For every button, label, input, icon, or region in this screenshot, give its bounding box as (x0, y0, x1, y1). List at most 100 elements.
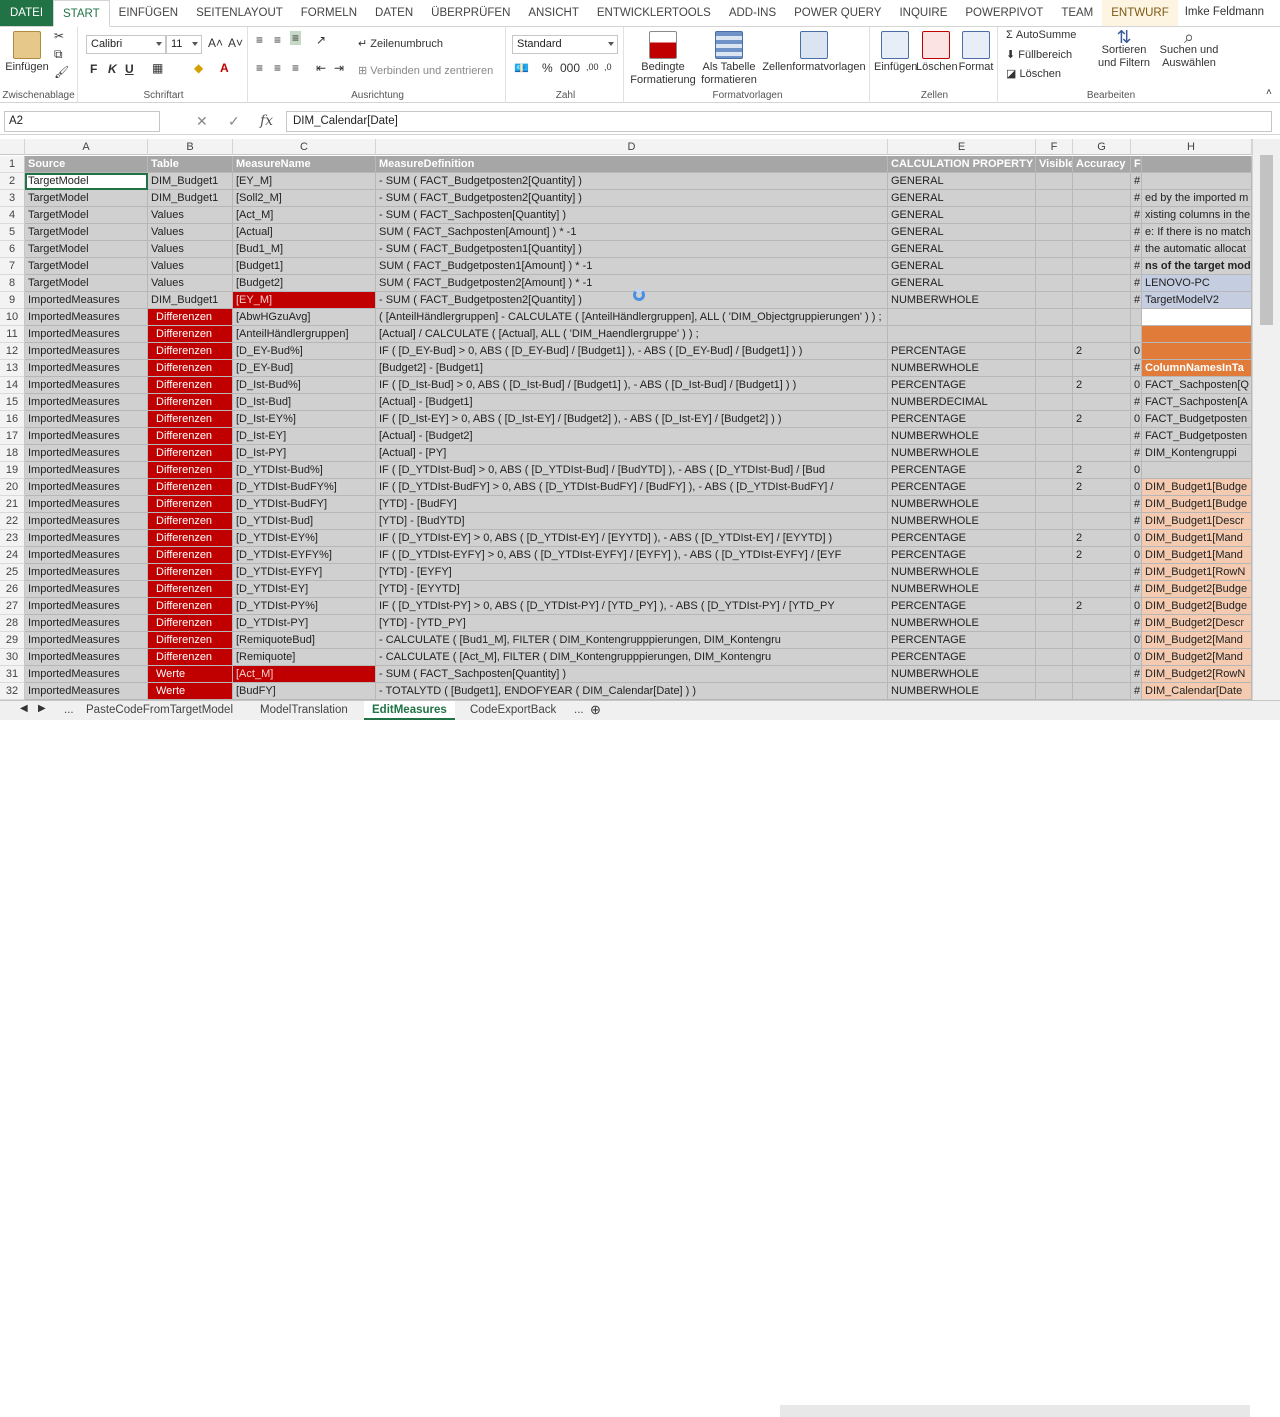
cell-a[interactable]: ImportedMeasures (25, 309, 148, 326)
cell-gx[interactable]: 0. (1131, 343, 1142, 360)
increase-indent-icon[interactable]: ⇥ (334, 61, 344, 75)
cell-gx[interactable]: #, (1131, 207, 1142, 224)
row-header[interactable]: 29 (0, 632, 25, 649)
cell-e[interactable]: PERCENTAGE (888, 462, 1036, 479)
cell-gx[interactable]: #, (1131, 292, 1142, 309)
row-header[interactable]: 10 (0, 309, 25, 326)
cell-g[interactable] (1073, 173, 1131, 190)
cell-a[interactable]: TargetModel (25, 173, 148, 190)
ribbon-tab[interactable]: ENTWICKLERTOOLS (588, 0, 720, 26)
row-header[interactable]: 25 (0, 564, 25, 581)
row-header[interactable]: 20 (0, 479, 25, 496)
cell-a[interactable]: ImportedMeasures (25, 360, 148, 377)
align-left-icon[interactable]: ≡ (256, 61, 263, 75)
decrease-indent-icon[interactable]: ⇤ (316, 61, 326, 75)
cell-b[interactable]: Values (148, 275, 233, 292)
cell-c[interactable]: [Act_M] (233, 666, 376, 683)
cell-a[interactable]: TargetModel (25, 207, 148, 224)
cell-d[interactable]: IF ( [D_Ist-EY] > 0, ABS ( [D_Ist-EY] / … (376, 411, 888, 428)
cell-f[interactable] (1036, 581, 1073, 598)
column-header-d[interactable]: D (376, 139, 888, 155)
cell-g[interactable]: 2 (1073, 530, 1131, 547)
row-header[interactable]: 19 (0, 462, 25, 479)
row-header[interactable]: 21 (0, 496, 25, 513)
cell-d[interactable]: [Actual] - [Budget1] (376, 394, 888, 411)
cell-b[interactable]: Differenzen (148, 598, 233, 615)
cell-e[interactable]: PERCENTAGE (888, 411, 1036, 428)
cancel-icon[interactable]: ✕ (196, 113, 208, 130)
next-sheet-icon[interactable]: ▶ (38, 703, 46, 714)
cell-f[interactable] (1036, 241, 1073, 258)
cell-gx[interactable]: #, (1131, 190, 1142, 207)
cell-g[interactable]: 2 (1073, 598, 1131, 615)
cell-d[interactable]: - CALCULATE ( [Act_M], FILTER ( DIM_Kont… (376, 649, 888, 666)
font-size-select[interactable]: 11 (166, 35, 202, 54)
cell-a[interactable]: ImportedMeasures (25, 649, 148, 666)
cell-gx[interactable]: 0. (1131, 479, 1142, 496)
cell-e[interactable]: NUMBERWHOLE (888, 666, 1036, 683)
cell-c[interactable]: [D_EY-Bud%] (233, 343, 376, 360)
cell-h[interactable] (1142, 173, 1252, 190)
delete-cells-button[interactable]: Löschen (916, 31, 958, 74)
cell-g[interactable] (1073, 190, 1131, 207)
copy-icon[interactable]: ⧉ (54, 47, 63, 62)
ribbon-tab[interactable]: EINFÜGEN (110, 0, 187, 26)
cell-d[interactable]: SUM ( FACT_Budgetposten2[Amount] ) * -1 (376, 275, 888, 292)
italic-button[interactable]: K (108, 62, 117, 76)
cell-g[interactable]: 2 (1073, 462, 1131, 479)
cell-a[interactable]: ImportedMeasures (25, 632, 148, 649)
cell-h[interactable]: DIM_Budget2[Mand (1142, 632, 1252, 649)
cell-d[interactable]: - TOTALYTD ( [Budget1], ENDOFYEAR ( DIM_… (376, 683, 888, 700)
sheet-tab[interactable]: ... (566, 701, 592, 720)
cell-f[interactable] (1036, 292, 1073, 309)
cell-a[interactable]: ImportedMeasures (25, 445, 148, 462)
cell-c[interactable]: [AbwHGzuAvg] (233, 309, 376, 326)
cell-g[interactable] (1073, 224, 1131, 241)
cell-d[interactable]: [Actual] - [Budget2] (376, 428, 888, 445)
cell-d[interactable]: IF ( [D_YTDIst-PY] > 0, ABS ( [D_YTDIst-… (376, 598, 888, 615)
column-header-b[interactable]: B (148, 139, 233, 155)
cell-styles-button[interactable]: Zellenformatvorlagen (762, 31, 866, 74)
cell-d[interactable]: IF ( [D_YTDIst-BudFY] > 0, ABS ( [D_YTDI… (376, 479, 888, 496)
cell-h[interactable]: DIM_Budget2[Mand (1142, 649, 1252, 666)
cell-g[interactable] (1073, 360, 1131, 377)
cell-b[interactable]: DIM_Budget1 (148, 190, 233, 207)
cell-b[interactable]: Differenzen (148, 360, 233, 377)
cell-d[interactable]: SUM ( FACT_Budgetposten1[Amount] ) * -1 (376, 258, 888, 275)
cell-gx[interactable]: #, (1131, 666, 1142, 683)
cell-e[interactable]: GENERAL (888, 258, 1036, 275)
column-header-a[interactable]: A (25, 139, 148, 155)
cell-e[interactable]: PERCENTAGE (888, 343, 1036, 360)
cell-g[interactable] (1073, 445, 1131, 462)
cell-gx[interactable]: 0. (1131, 411, 1142, 428)
align-right-icon[interactable]: ≡ (292, 61, 299, 75)
cell-gx[interactable]: #, (1131, 445, 1142, 462)
cell-d[interactable]: - SUM ( FACT_Budgetposten2[Quantity] ) (376, 190, 888, 207)
cell-g[interactable]: Accuracy (1073, 156, 1131, 173)
format-cells-button[interactable]: Format (958, 31, 994, 74)
row-header[interactable]: 18 (0, 445, 25, 462)
cell-g[interactable]: 2 (1073, 343, 1131, 360)
cell-a[interactable]: ImportedMeasures (25, 564, 148, 581)
cell-h[interactable]: DIM_Budget2[Budge (1142, 598, 1252, 615)
cell-e[interactable]: NUMBERWHOLE (888, 360, 1036, 377)
cell-e[interactable] (888, 326, 1036, 343)
cell-b[interactable]: Differenzen (148, 581, 233, 598)
cell-b[interactable]: Werte (148, 683, 233, 700)
row-header[interactable]: 14 (0, 377, 25, 394)
cut-icon[interactable]: ✂ (54, 29, 64, 43)
cell-g[interactable] (1073, 258, 1131, 275)
cell-f[interactable] (1036, 683, 1073, 700)
ribbon-tab[interactable]: ÜBERPRÜFEN (422, 0, 519, 26)
cell-f[interactable] (1036, 547, 1073, 564)
fill-button[interactable]: ⬇ Füllbereich (1006, 48, 1072, 61)
cell-b[interactable]: Differenzen (148, 649, 233, 666)
cell-f[interactable] (1036, 564, 1073, 581)
percent-icon[interactable]: % (542, 61, 553, 75)
cell-e[interactable]: GENERAL (888, 224, 1036, 241)
sheet-tab[interactable]: PasteCodeFromTargetModel (78, 701, 241, 720)
cell-f[interactable] (1036, 530, 1073, 547)
collapse-ribbon-icon[interactable]: ˄ (1266, 87, 1272, 98)
row-header[interactable]: 23 (0, 530, 25, 547)
cell-a[interactable]: ImportedMeasures (25, 292, 148, 309)
